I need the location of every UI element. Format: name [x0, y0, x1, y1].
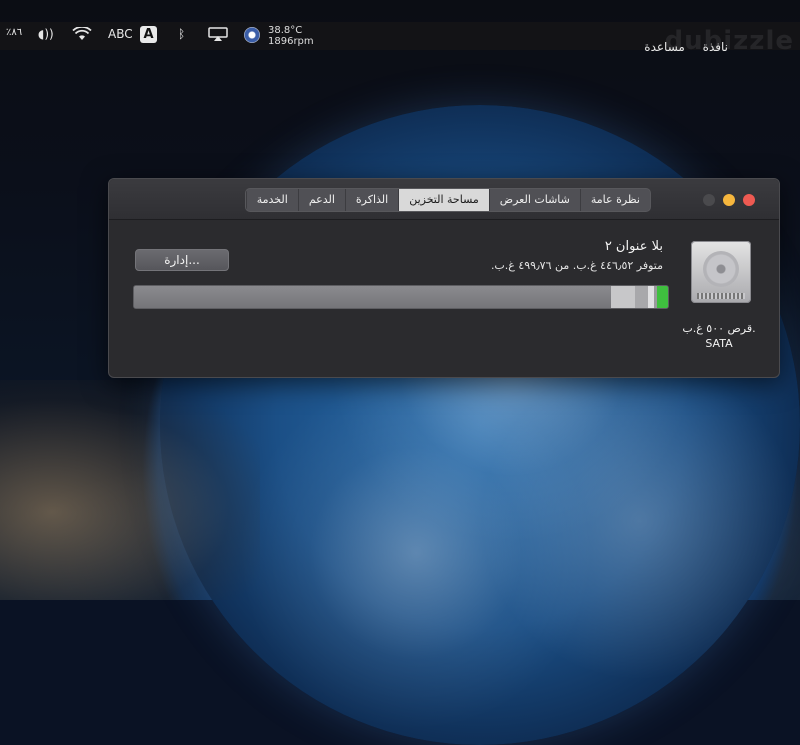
storage-used-segment: [634, 286, 648, 308]
minimize-button[interactable]: [723, 194, 735, 206]
bluetooth-icon[interactable]: ᛒ: [178, 27, 185, 41]
fan-speed-value: 1896rpm: [268, 36, 314, 47]
storage-used-segment: [610, 286, 635, 308]
window-titlebar[interactable]: نظرة عامة شاشات العرض مساحة التخزين الذا…: [109, 179, 779, 220]
tab-memory[interactable]: الذاكرة: [344, 189, 398, 211]
tab-service[interactable]: الخدمة: [245, 189, 298, 211]
storage-usage-bar[interactable]: [133, 285, 669, 309]
volume-available-text: متوفر ٤٤٦٫٥٢ غ.ب. من ٤٩٩٫٧٦ غ.ب.: [490, 259, 663, 272]
menu-bar: ٪٨٦ ◖)) ABC A ᛒ 38.8°C 1896rpm dubizzle …: [0, 22, 800, 56]
wifi-icon[interactable]: [72, 26, 92, 44]
zoom-button[interactable]: [703, 194, 715, 206]
temperature-value: 38.8°C: [268, 25, 303, 36]
disk-type-label: SATA: [705, 337, 733, 350]
close-button[interactable]: [743, 194, 755, 206]
disk-connector-icon: [697, 293, 745, 299]
tab-bar: نظرة عامة شاشات العرض مساحة التخزين الذا…: [244, 188, 651, 212]
input-source-icon[interactable]: A: [140, 26, 157, 43]
manage-button[interactable]: إدارة...: [135, 249, 229, 271]
disk-capacity-label: قرص ٥٠٠ غ.ب.: [682, 322, 756, 335]
menu-help[interactable]: مساعدة: [644, 40, 685, 54]
temperature-readout[interactable]: 38.8°C 1896rpm: [268, 25, 314, 47]
volume-name: بلا عنوان ٢: [604, 239, 663, 254]
airplay-icon[interactable]: [208, 27, 228, 44]
app-menus: نافذة مساعدة: [630, 40, 728, 54]
disk-label: قرص ٥٠٠ غ.ب. SATA: [679, 321, 759, 351]
battery-percent[interactable]: ٪٨٦: [6, 27, 22, 38]
tab-support[interactable]: الدعم: [297, 189, 345, 211]
about-this-mac-window: نظرة عامة شاشات العرض مساحة التخزين الذا…: [108, 178, 780, 378]
disk-platter-icon: [703, 251, 739, 287]
hard-disk-icon: [691, 241, 751, 303]
storage-used-segment: [656, 286, 668, 308]
input-source-label[interactable]: ABC: [108, 27, 133, 41]
sound-icon[interactable]: ◖)): [38, 27, 54, 41]
storage-free-segment: [134, 286, 611, 308]
tab-storage[interactable]: مساحة التخزين: [398, 189, 489, 211]
menu-window[interactable]: نافذة: [703, 40, 728, 54]
fan-gauge-icon[interactable]: [244, 27, 260, 43]
tab-displays[interactable]: شاشات العرض: [488, 189, 580, 211]
tab-overview[interactable]: نظرة عامة: [579, 189, 650, 211]
wallpaper-shadow: [0, 380, 260, 600]
